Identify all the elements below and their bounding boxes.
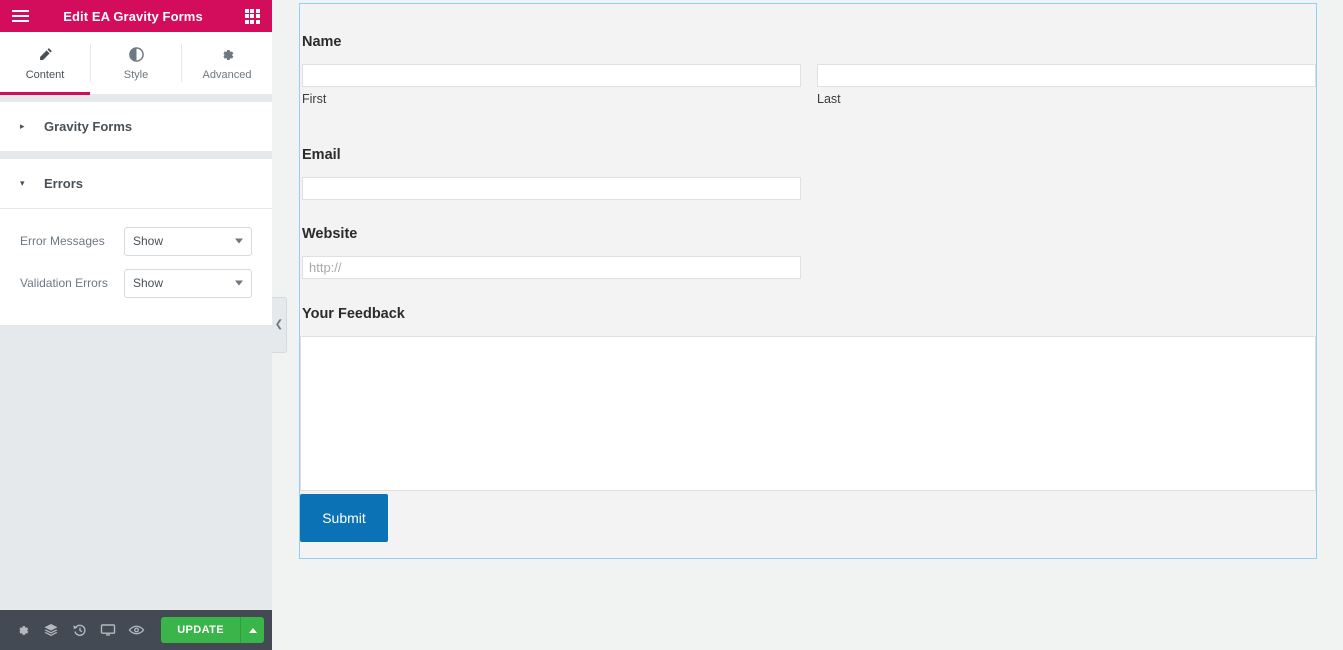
history-icon[interactable]: [65, 610, 94, 650]
page-title: Edit EA Gravity Forms: [63, 8, 203, 24]
error-messages-select[interactable]: Show: [124, 226, 252, 256]
error-messages-value: Show: [133, 234, 164, 248]
submit-button[interactable]: Submit: [300, 494, 388, 542]
elementor-editor-panel: Edit EA Gravity Forms Content Style Adva…: [0, 0, 272, 650]
tab-style-label: Style: [123, 68, 149, 81]
panel-sections: ▸ Gravity Forms ▾ Errors Error Messages …: [0, 95, 272, 325]
website-input[interactable]: [302, 256, 801, 279]
errors-controls: Error Messages Show Validation Errors Sh…: [0, 209, 272, 325]
section-spacer: [0, 95, 272, 102]
validation-errors-value: Show: [133, 276, 164, 290]
hamburger-menu-icon[interactable]: [0, 0, 40, 32]
caret-up-icon[interactable]: [240, 617, 265, 643]
field-label-email: Email: [302, 147, 341, 163]
section-gravity-forms-label: Gravity Forms: [44, 119, 133, 134]
panel-collapse-handle[interactable]: ❮: [272, 297, 287, 353]
pencil-icon: [38, 46, 53, 64]
layers-icon[interactable]: [37, 610, 66, 650]
control-error-messages-label: Error Messages: [20, 234, 105, 248]
chevron-down-icon: [235, 280, 243, 286]
tab-style[interactable]: Style: [91, 32, 181, 94]
chevron-down-icon: ▾: [20, 178, 25, 188]
field-label-name: Name: [302, 34, 342, 50]
tab-advanced[interactable]: Advanced: [182, 32, 272, 94]
email-input[interactable]: [302, 177, 801, 200]
first-name-input[interactable]: [302, 64, 801, 87]
website-field-wrap: [302, 256, 801, 279]
tab-advanced-label: Advanced: [202, 68, 252, 81]
panel-empty-area: [0, 325, 272, 610]
section-spacer: [0, 152, 272, 159]
chevron-down-icon: [235, 238, 243, 244]
last-name-caption: Last: [817, 92, 841, 106]
panel-tabs: Content Style Advanced: [0, 32, 272, 95]
control-validation-errors-label: Validation Errors: [20, 276, 108, 290]
gear-icon: [219, 46, 235, 64]
control-validation-errors: Validation Errors Show: [20, 265, 252, 301]
field-label-website: Website: [302, 226, 358, 242]
update-button[interactable]: UPDATE: [161, 617, 241, 643]
section-errors[interactable]: ▾ Errors: [0, 159, 272, 209]
name-first-column: First: [302, 64, 801, 106]
tab-content[interactable]: Content: [0, 32, 90, 95]
chevron-left-icon: ❮: [274, 319, 284, 330]
panel-footer-bar: UPDATE: [0, 610, 272, 650]
last-name-input[interactable]: [817, 64, 1316, 87]
tab-content-label: Content: [25, 68, 65, 81]
validation-errors-select[interactable]: Show: [124, 268, 252, 298]
chevron-right-icon: ▸: [20, 121, 25, 131]
preview-canvas: Name First Last Email Website Your Feedb…: [272, 0, 1343, 650]
email-field-wrap: [302, 177, 801, 200]
panel-header: Edit EA Gravity Forms: [0, 0, 272, 32]
field-label-your-feedback: Your Feedback: [302, 306, 405, 322]
section-gravity-forms[interactable]: ▸ Gravity Forms: [0, 102, 272, 152]
control-error-messages: Error Messages Show: [20, 223, 252, 259]
gear-icon[interactable]: [8, 610, 37, 650]
feedback-textarea[interactable]: [300, 336, 1316, 491]
first-name-caption: First: [302, 92, 327, 106]
contrast-circle-icon: [128, 46, 144, 64]
name-last-column: Last: [817, 64, 1316, 106]
apps-grid-icon[interactable]: [232, 0, 272, 32]
name-field-group: First Last: [302, 64, 1316, 106]
update-button-group: UPDATE: [161, 617, 265, 643]
gravity-form-widget[interactable]: Name First Last Email Website Your Feedb…: [299, 3, 1317, 559]
responsive-mode-icon[interactable]: [94, 610, 123, 650]
section-errors-label: Errors: [44, 176, 84, 191]
preview-eye-icon[interactable]: [123, 610, 152, 650]
